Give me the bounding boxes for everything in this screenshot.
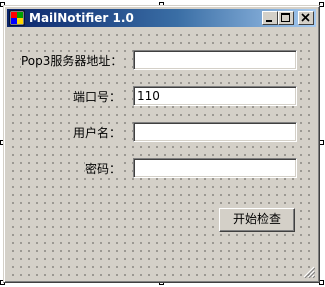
close-button[interactable] [298, 11, 314, 25]
pop3-server-input[interactable] [133, 50, 297, 70]
maximize-button[interactable] [278, 11, 294, 25]
close-icon [301, 13, 310, 22]
main-window: MailNotifier 1.0 Pop3服务器地址： 端口号： 110 用户名… [3, 5, 320, 283]
port-label: 端口号： [73, 90, 122, 104]
app-icon [9, 10, 25, 26]
password-label: 密码： [85, 162, 122, 176]
password-input[interactable] [133, 158, 297, 178]
window-title: MailNotifier 1.0 [29, 11, 134, 25]
minimize-icon [266, 20, 272, 22]
username-input[interactable] [133, 122, 297, 142]
start-check-button[interactable]: 开始检查 [219, 208, 295, 232]
form-client-area: Pop3服务器地址： 端口号： 110 用户名： 密码： 开始检查 [7, 29, 316, 279]
username-label: 用户名： [73, 126, 122, 140]
minimize-button[interactable] [262, 11, 278, 25]
port-input[interactable]: 110 [133, 86, 297, 106]
pop3-server-label: Pop3服务器地址： [21, 54, 123, 68]
maximize-icon [281, 13, 290, 22]
title-bar[interactable]: MailNotifier 1.0 [7, 9, 316, 27]
size-grip-icon[interactable] [303, 266, 316, 279]
